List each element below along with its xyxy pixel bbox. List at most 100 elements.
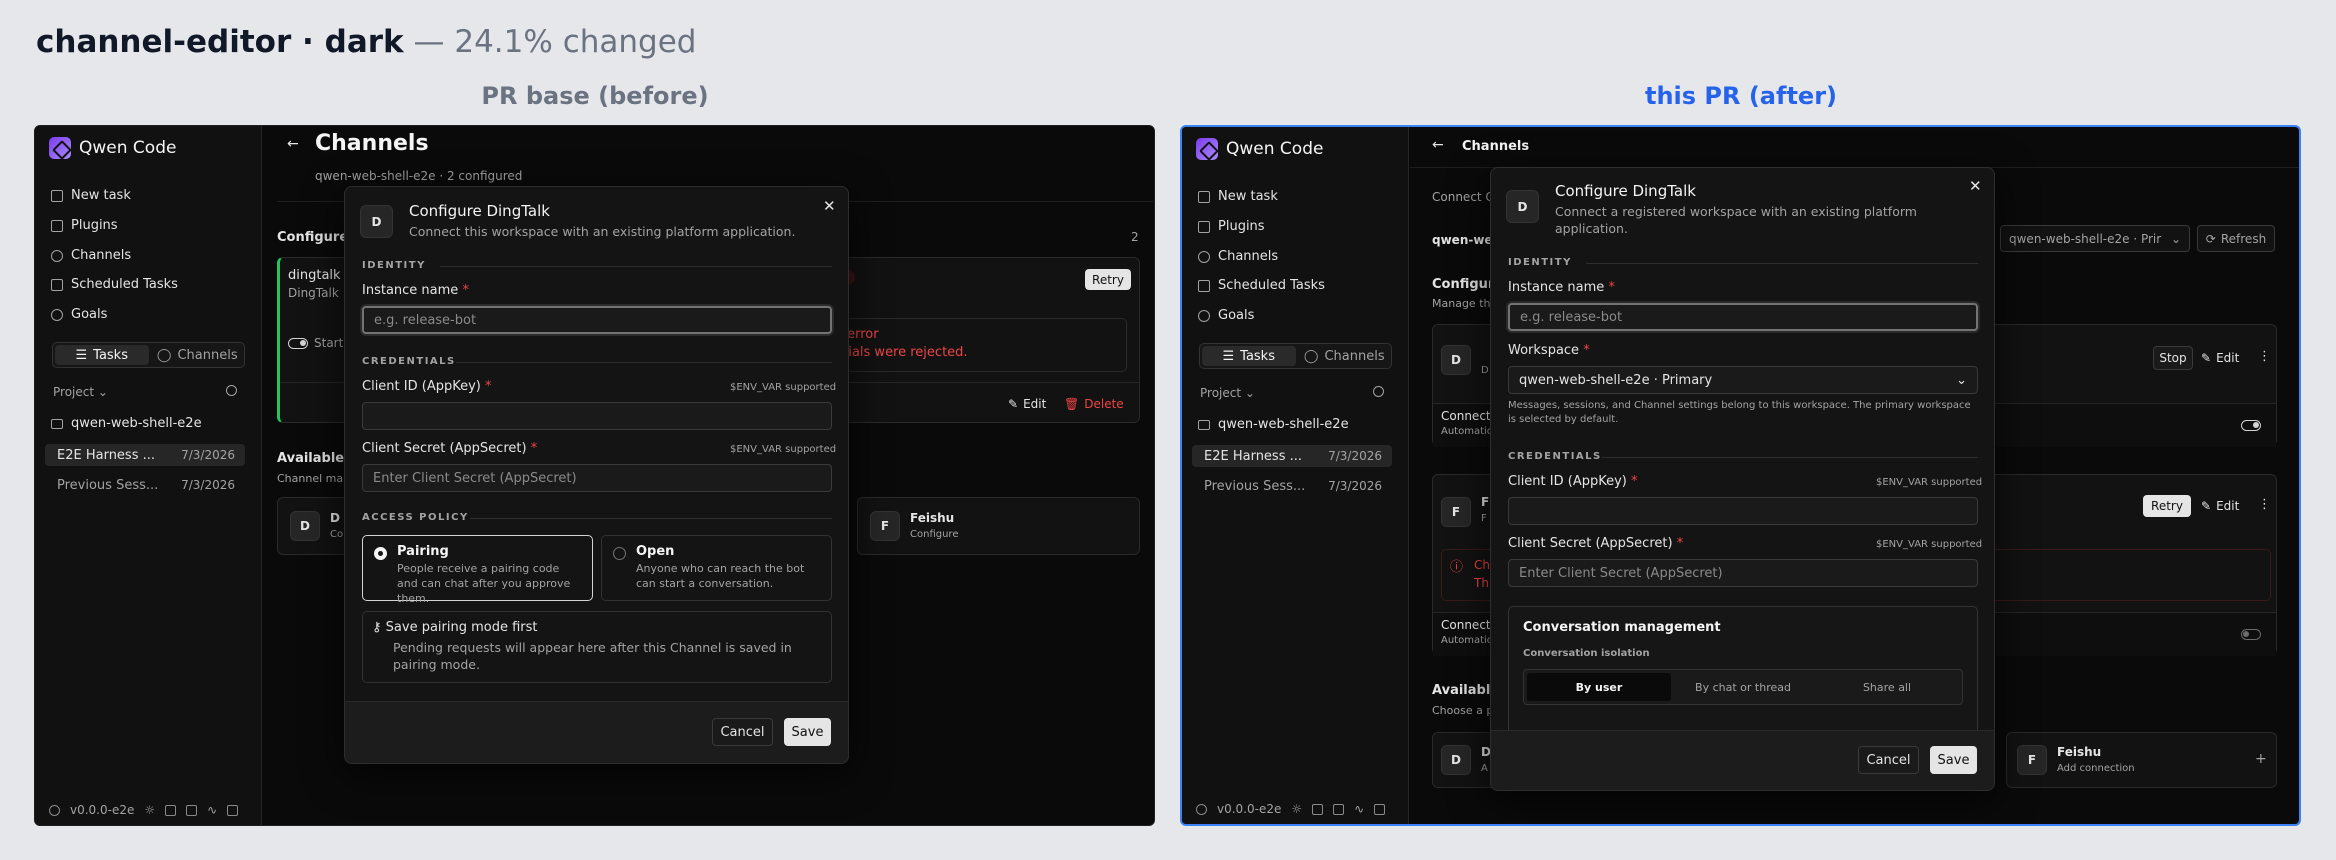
cancel-button[interactable]: Cancel [1858, 746, 1919, 774]
workspace-item[interactable]: qwen-web-shell-e2e [51, 416, 202, 431]
retry-button[interactable]: Retry [2143, 495, 2191, 517]
option-desc: People receive a pairing code and can ch… [397, 562, 571, 605]
workspace-select[interactable]: qwen-web-shell-e2e · Primary ⌄ [1508, 366, 1978, 394]
brand[interactable]: Qwen Code [49, 136, 176, 160]
isolation-label: Conversation isolation [1523, 648, 1650, 659]
nav-channels[interactable]: Channels [51, 248, 131, 263]
task-title: E2E Harness ... [57, 447, 156, 463]
caption-after: this PR (after) [1644, 82, 1837, 110]
client-id-input[interactable] [1508, 497, 1978, 525]
available-card-feishu[interactable]: F Feishu Configure [857, 497, 1140, 555]
nav-scheduled-tasks[interactable]: Scheduled Tasks [51, 277, 178, 292]
edit-button[interactable]: ✎ Edit [2201, 497, 2239, 515]
tab-channels[interactable]: ◯ Channels [1298, 344, 1392, 368]
search-icon[interactable] [1373, 386, 1384, 397]
isolation-segmented: By user By chat or thread Share all [1523, 669, 1963, 705]
sun-icon[interactable]: ☼ [144, 803, 155, 817]
nav-plugins[interactable]: Plugins [1198, 219, 1265, 234]
task-item[interactable]: Previous Sess... 7/3/2026 [1192, 475, 1392, 497]
more-icon[interactable]: ⋮ [2258, 349, 2271, 364]
nav-label: New task [1218, 189, 1278, 204]
divider [456, 362, 832, 363]
edit-button[interactable]: ✎ Edit [2201, 349, 2239, 367]
page-title: Channels [315, 131, 429, 156]
brand[interactable]: Qwen Code [1196, 137, 1323, 161]
radio-unselected[interactable] [613, 547, 626, 560]
activity-icon[interactable]: ∿ [1354, 802, 1364, 816]
sun-icon[interactable]: ☼ [1291, 802, 1302, 816]
save-button[interactable]: Save [1930, 746, 1977, 774]
retry-button[interactable]: Retry [1085, 269, 1131, 290]
channel-sub: D [1481, 365, 1489, 376]
close-icon[interactable]: ✕ [1969, 177, 1982, 195]
nav-new-task[interactable]: New task [51, 188, 131, 203]
layout-icon[interactable] [1333, 803, 1345, 815]
iso-option-share-all[interactable]: Share all [1815, 673, 1959, 701]
close-icon[interactable]: ✕ [823, 197, 836, 215]
configure-modal: D Configure DingTalk Connect a registere… [1490, 167, 1995, 791]
edit-button[interactable]: ✎ Edit [1008, 396, 1046, 412]
nav-goals[interactable]: Goals [1198, 308, 1254, 323]
client-id-input[interactable] [362, 402, 832, 430]
version-label: v0.0.0-e2e [1217, 802, 1282, 816]
workspace-select[interactable]: qwen-web-shell-e2e · Prir ⌄ [2000, 225, 2190, 252]
grid-icon[interactable] [165, 804, 177, 816]
folder-icon [1198, 419, 1210, 430]
policy-open-option[interactable]: Open Anyone who can reach the bot can st… [601, 535, 832, 601]
policy-pairing-option[interactable]: Pairing People receive a pairing code an… [362, 535, 593, 605]
search-icon[interactable] [226, 385, 237, 396]
tab-tasks[interactable]: ☰ Tasks [55, 345, 149, 365]
panel-icon[interactable] [1374, 803, 1386, 815]
layout-icon[interactable] [186, 804, 198, 816]
channel-name: dingtalk [288, 268, 341, 283]
nav-label: Channels [1218, 249, 1279, 264]
task-item[interactable]: E2E Harness ... 7/3/2026 [1192, 445, 1392, 467]
manage-hint: Manage the [1432, 297, 1498, 310]
back-arrow-icon[interactable]: ← [1432, 137, 1444, 153]
panel-icon[interactable] [227, 804, 239, 816]
activity-icon[interactable]: ∿ [207, 803, 217, 817]
nav-new-task[interactable]: New task [1198, 189, 1278, 204]
project-filter[interactable]: Project ⌄ [1200, 386, 1255, 400]
iso-option-by-user[interactable]: By user [1527, 673, 1671, 701]
nav-label: Goals [1218, 308, 1255, 323]
stop-button[interactable]: Stop [2153, 346, 2193, 370]
section-access-policy: ACCESS POLICY [362, 512, 832, 523]
start-toggle[interactable] [288, 338, 308, 349]
task-item[interactable]: Previous Sess... 7/3/2026 [45, 474, 245, 496]
connect-toggle[interactable] [2241, 629, 2261, 640]
delete-button[interactable]: 🗑 Delete [1064, 396, 1124, 412]
task-date: 7/3/2026 [181, 448, 235, 462]
gear-icon[interactable] [1196, 803, 1207, 815]
workspace-item[interactable]: qwen-web-shell-e2e [1198, 417, 1349, 432]
nav-plugins[interactable]: Plugins [51, 218, 118, 233]
report-header: channel-editor · dark — 24.1% changed [36, 24, 696, 60]
instance-name-input[interactable]: e.g. release-bot [1508, 303, 1978, 331]
gear-icon[interactable] [49, 804, 60, 816]
connect-toggle[interactable] [2241, 420, 2261, 431]
client-secret-input[interactable]: Enter Client Secret (AppSecret) [1508, 559, 1978, 587]
project-filter[interactable]: Project ⌄ [53, 385, 108, 399]
nav-channels[interactable]: Channels [1198, 249, 1278, 264]
iso-option-by-chat[interactable]: By chat or thread [1671, 673, 1815, 701]
plus-icon[interactable]: + [2255, 751, 2267, 767]
instance-name-input[interactable]: e.g. release-bot [362, 306, 832, 334]
label-text: Client Secret (AppSecret) [362, 441, 527, 456]
tab-channels[interactable]: ◯ Channels [151, 343, 245, 367]
nav-goals[interactable]: Goals [51, 307, 107, 322]
required-mark: * [462, 283, 469, 298]
available-card-feishu[interactable]: F Feishu Add connection + [2006, 732, 2277, 788]
task-item[interactable]: E2E Harness ... 7/3/2026 [45, 444, 245, 466]
client-secret-input[interactable]: Enter Client Secret (AppSecret) [362, 464, 832, 492]
required-mark: * [1631, 474, 1638, 489]
save-button[interactable]: Save [784, 718, 831, 746]
back-arrow-icon[interactable]: ← [287, 136, 299, 152]
nav-scheduled-tasks[interactable]: Scheduled Tasks [1198, 278, 1325, 293]
radio-selected[interactable] [374, 547, 387, 560]
tab-tasks[interactable]: ☰ Tasks [1202, 346, 1296, 366]
more-icon[interactable]: ⋮ [2258, 497, 2271, 512]
refresh-button[interactable]: ⟳ Refresh [2197, 225, 2275, 252]
grid-icon[interactable] [1312, 803, 1324, 815]
chevron-down-icon: ⌄ [1956, 372, 1967, 388]
cancel-button[interactable]: Cancel [712, 718, 773, 746]
